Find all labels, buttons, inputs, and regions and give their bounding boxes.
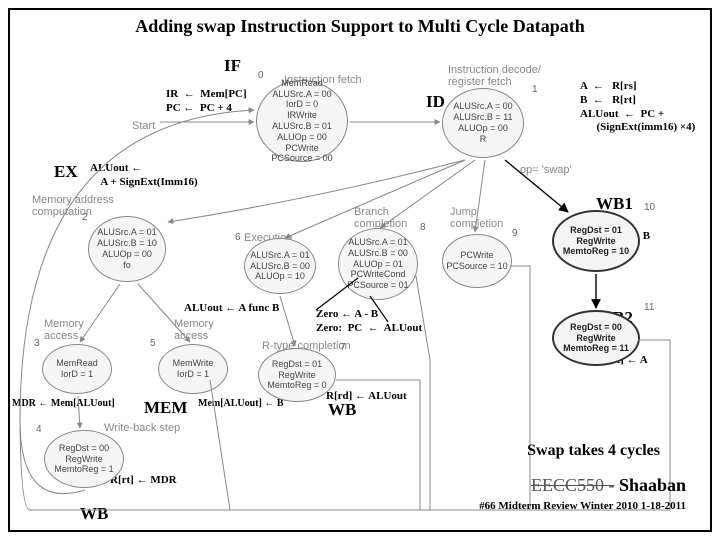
swap-note: Swap takes 4 cycles: [527, 442, 660, 460]
footer-line2: #66 Midterm Review Winter 2010 1-18-2011: [479, 500, 686, 512]
footer-course: EECC550 - Shaaban: [531, 475, 686, 496]
